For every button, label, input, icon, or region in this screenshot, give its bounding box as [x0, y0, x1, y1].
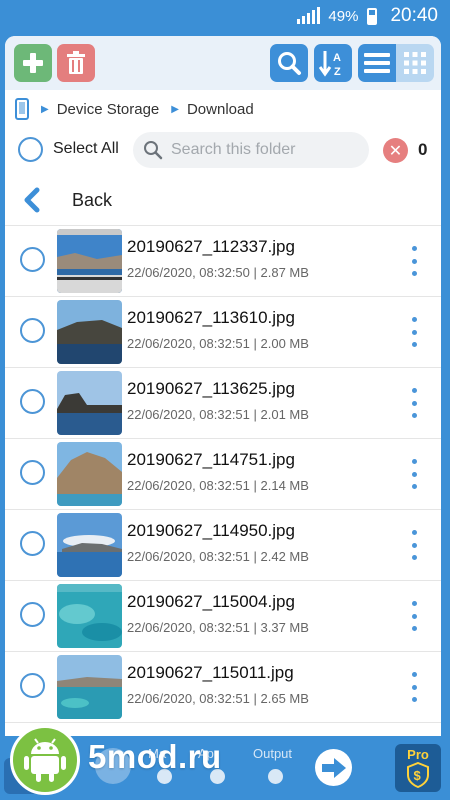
file-name: 20190627_114751.jpg — [127, 450, 295, 469]
watermark-text: 5mod.ru — [88, 738, 222, 775]
sort-button[interactable]: A Z — [314, 44, 352, 82]
arrow-right-icon — [321, 757, 346, 778]
close-icon: ✕ — [388, 142, 403, 160]
selected-count: 0 — [418, 140, 428, 159]
next-button[interactable] — [315, 749, 352, 786]
search-button[interactable] — [270, 44, 308, 82]
file-name: 20190627_115011.jpg — [127, 663, 294, 682]
pro-label: Pro — [407, 747, 429, 762]
search-input[interactable] — [171, 141, 361, 159]
file-checkbox[interactable] — [20, 460, 45, 485]
phone-icon — [15, 98, 29, 120]
file-checkbox[interactable] — [20, 318, 45, 343]
shield-dollar-icon: $ — [407, 762, 429, 788]
file-row[interactable]: 20190627_112337.jpg 22/06/2020, 08:32:50… — [5, 226, 441, 297]
file-row[interactable]: 20190627_114751.jpg 22/06/2020, 08:32:51… — [5, 439, 441, 510]
file-thumbnail — [57, 371, 122, 435]
pro-button[interactable]: Pro $ — [395, 744, 441, 792]
file-checkbox[interactable] — [20, 247, 45, 272]
step-dot — [268, 769, 283, 784]
clear-selection-button[interactable]: ✕ — [383, 138, 408, 163]
svg-text:A: A — [333, 52, 341, 64]
file-checkbox[interactable] — [20, 673, 45, 698]
list-view-button[interactable] — [358, 44, 396, 82]
back-row[interactable]: Back — [5, 174, 441, 226]
battery-percent: 49% — [328, 7, 359, 25]
file-meta: 22/06/2020, 08:32:51 | 2.01 MB — [127, 407, 309, 422]
file-row[interactable]: 20190627_113610.jpg 22/06/2020, 08:32:51… — [5, 297, 441, 368]
file-meta: 22/06/2020, 08:32:51 | 2.42 MB — [127, 549, 309, 564]
breadcrumb-arrow-icon: ▶ — [41, 103, 49, 115]
file-row[interactable]: 20190627_115004.jpg 22/06/2020, 08:32:51… — [5, 581, 441, 652]
file-name: 20190627_112337.jpg — [127, 237, 295, 256]
svg-text:$: $ — [414, 768, 422, 783]
more-options-icon[interactable] — [408, 601, 420, 631]
file-checkbox[interactable] — [20, 602, 45, 627]
plus-icon — [23, 53, 43, 73]
breadcrumb-device-storage[interactable]: Device Storage — [57, 101, 160, 118]
svg-text:Z: Z — [334, 66, 341, 78]
more-options-icon[interactable] — [408, 246, 420, 276]
battery-icon — [367, 7, 378, 25]
status-bar: 49% 20:40 — [0, 0, 450, 32]
file-checkbox[interactable] — [20, 389, 45, 414]
select-all-label[interactable]: Select All — [53, 140, 119, 158]
grid-view-icon — [404, 52, 426, 74]
add-button[interactable] — [14, 44, 52, 82]
file-thumbnail — [57, 513, 122, 577]
file-meta: 22/06/2020, 08:32:51 | 2.00 MB — [127, 336, 309, 351]
grid-view-button[interactable] — [396, 44, 434, 82]
file-name: 20190627_115004.jpg — [127, 592, 295, 611]
more-options-icon[interactable] — [408, 672, 420, 702]
file-meta: 22/06/2020, 08:32:50 | 2.87 MB — [127, 265, 309, 280]
file-checkbox[interactable] — [20, 531, 45, 556]
selection-row: Select All ✕ 0 — [5, 128, 441, 174]
step-label-output: Output — [253, 746, 293, 761]
file-thumbnail — [57, 229, 122, 293]
file-name: 20190627_114950.jpg — [127, 521, 295, 540]
back-chevron-icon — [24, 187, 40, 213]
sort-az-icon: A Z — [319, 51, 341, 78]
more-options-icon[interactable] — [408, 388, 420, 418]
signal-icon — [297, 7, 321, 24]
list-view-icon — [364, 53, 390, 73]
select-all-checkbox[interactable] — [18, 137, 43, 162]
more-options-icon[interactable] — [408, 530, 420, 560]
folder-search-box[interactable] — [133, 132, 369, 168]
file-thumbnail — [57, 584, 122, 648]
file-name: 20190627_113610.jpg — [127, 308, 295, 327]
magnifier-icon — [278, 52, 301, 75]
clock: 20:40 — [390, 5, 438, 26]
file-name: 20190627_113625.jpg — [127, 379, 295, 398]
more-options-icon[interactable] — [408, 317, 420, 347]
file-thumbnail — [57, 300, 122, 364]
breadcrumb-arrow-icon: ▶ — [171, 103, 179, 115]
back-label: Back — [72, 190, 113, 210]
more-options-icon[interactable] — [408, 459, 420, 489]
android-logo-icon — [10, 725, 80, 795]
file-row[interactable]: 20190627_114950.jpg 22/06/2020, 08:32:51… — [5, 510, 441, 581]
file-list: 20190627_112337.jpg 22/06/2020, 08:32:50… — [5, 226, 441, 723]
delete-button[interactable] — [57, 44, 95, 82]
search-icon — [144, 141, 163, 160]
file-meta: 22/06/2020, 08:32:51 | 2.14 MB — [127, 478, 309, 493]
file-row[interactable]: 20190627_115011.jpg 22/06/2020, 08:32:51… — [5, 652, 441, 723]
trash-icon — [67, 51, 85, 74]
file-row[interactable]: 20190627_113625.jpg 22/06/2020, 08:32:51… — [5, 368, 441, 439]
file-thumbnail — [57, 442, 122, 506]
breadcrumb: ▶ Device Storage ▶ Download — [5, 90, 441, 128]
toolbar: A Z — [5, 36, 441, 90]
file-thumbnail — [57, 655, 122, 719]
file-meta: 22/06/2020, 08:32:51 | 2.65 MB — [127, 691, 309, 706]
file-meta: 22/06/2020, 08:32:51 | 3.37 MB — [127, 620, 309, 635]
breadcrumb-download[interactable]: Download — [187, 101, 254, 118]
file-browser-panel: A Z ▶ Device Storage ▶ Download Select A… — [5, 36, 441, 736]
